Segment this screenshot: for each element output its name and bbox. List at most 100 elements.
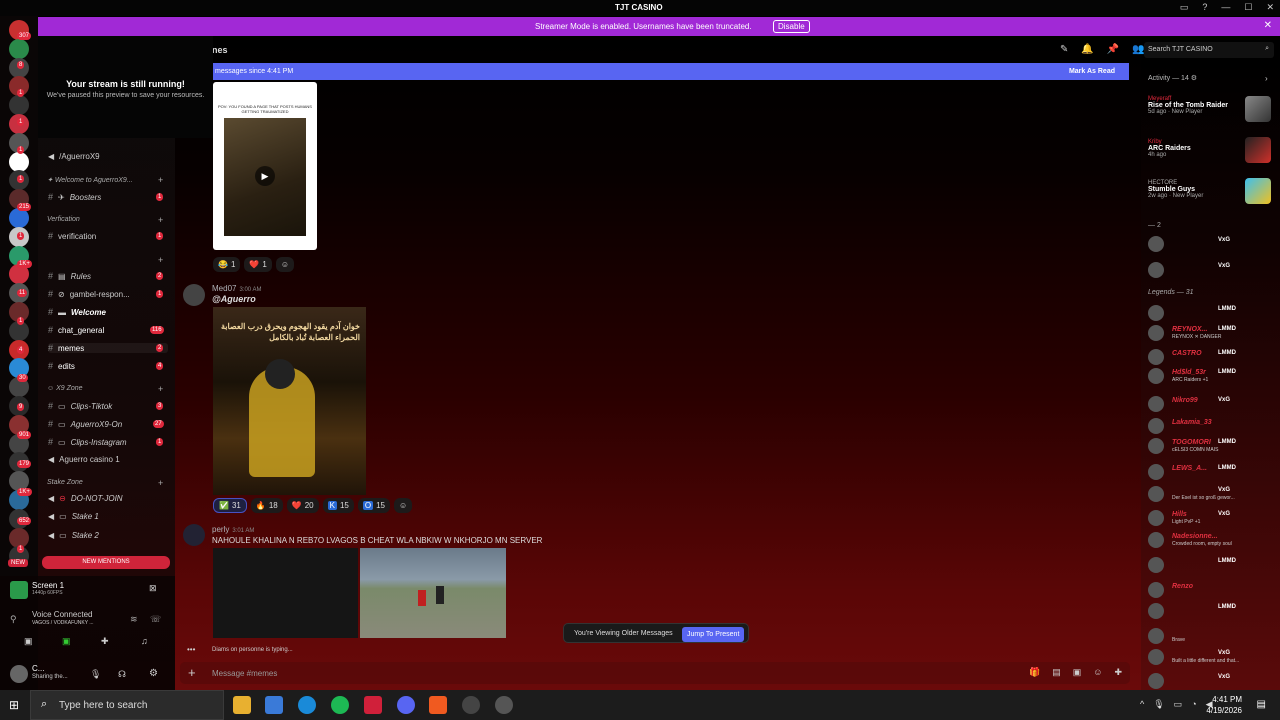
members-icon[interactable]: 👥	[1132, 44, 1144, 55]
member-row[interactable]: CASTRO LMMD	[1148, 349, 1276, 365]
reaction-heart[interactable]: ❤️ 20	[286, 498, 319, 513]
channel-aguerro-on[interactable]: # ▭ AguerroX9-On	[48, 419, 168, 429]
channel-aguerro[interactable]: ◀ /AguerroX9	[48, 152, 168, 161]
sticker-icon[interactable]: ▣	[1073, 667, 1082, 678]
windows-start-icon[interactable]: ⊞	[9, 698, 19, 712]
channel-stake2[interactable]: ◀ ▭ Stake 2	[48, 531, 168, 540]
taskbar-search[interactable]: ⌕ Type here to search	[30, 690, 224, 720]
share-screen-icon[interactable]: ▣	[62, 636, 71, 647]
member-row[interactable]: Hd$ld_53r LMMD ARC Raiders +1	[1148, 368, 1276, 384]
reaction-heart[interactable]: ❤️ 1	[244, 257, 272, 272]
inbox-icon[interactable]: ▭	[1180, 2, 1189, 13]
channel-stake1[interactable]: ◀ ▭ Stake 1	[48, 512, 168, 521]
member-row[interactable]: Lakamia_33	[1148, 418, 1276, 434]
member-row[interactable]: VxG	[1148, 262, 1276, 278]
new-mentions-button[interactable]: NEW MENTIONS	[42, 556, 170, 569]
reaction-check[interactable]: ✅ 31	[213, 498, 247, 513]
mark-as-read-button[interactable]: Mark As Read	[1069, 68, 1115, 75]
message-author[interactable]: perly 3:01 AM	[212, 525, 254, 534]
server-icon[interactable]	[9, 38, 29, 59]
member-row[interactable]: VxG	[1148, 673, 1276, 689]
member-row[interactable]: Nadesionne... Crowded room, empty soul	[1148, 532, 1276, 548]
add-channel-icon[interactable]: +	[158, 384, 163, 394]
settings-icon[interactable]: ⚙	[149, 668, 158, 679]
camera-icon[interactable]: ▣	[24, 636, 33, 647]
member-row[interactable]: VxG	[1148, 236, 1276, 252]
member-row[interactable]: Renzo	[1148, 582, 1276, 598]
app-icon[interactable]	[495, 696, 513, 714]
reaction-laugh[interactable]: 😂 1	[213, 257, 241, 272]
image-attachment[interactable]	[213, 548, 358, 638]
edge-icon[interactable]	[298, 696, 316, 714]
member-row[interactable]: Nikro99 VxG	[1148, 396, 1276, 412]
channel-rules[interactable]: # ▤ Rules	[48, 271, 168, 281]
chevron-right-icon[interactable]: ›	[1265, 74, 1268, 83]
add-channel-icon[interactable]: +	[158, 255, 163, 265]
channel-aguerro-casino[interactable]: ◀ Aguerro casino 1	[48, 455, 168, 464]
message-author[interactable]: Med07 3:00 AM	[212, 284, 261, 293]
reaction-fire[interactable]: 🔥 18	[250, 498, 283, 513]
app-icon[interactable]	[462, 696, 480, 714]
avatar[interactable]	[10, 665, 28, 683]
message-composer[interactable]: + Message #memes 🎁 ▤ ▣ ☺ ✚	[180, 662, 1130, 684]
category-x9zone[interactable]: ☺ X9 Zone	[47, 385, 83, 392]
pin-icon[interactable]: 📌	[1107, 44, 1119, 55]
add-reaction-button[interactable]: ☺	[394, 498, 413, 513]
avatar[interactable]	[183, 284, 205, 306]
discord-icon[interactable]	[397, 696, 415, 714]
member-row[interactable]: Brave	[1148, 628, 1276, 644]
activity-item[interactable]: Meyeraff Rise of the Tomb Raider 5d ago …	[1148, 96, 1228, 115]
store-icon[interactable]	[265, 696, 283, 714]
emoji-icon[interactable]: ☺	[1093, 667, 1102, 678]
video-thumbnail[interactable]: ▶	[224, 118, 306, 236]
disconnect-icon[interactable]: ☏	[150, 614, 161, 625]
avatar[interactable]	[183, 524, 205, 546]
help-icon[interactable]: ?	[1202, 2, 1207, 13]
threads-icon[interactable]: ✎	[1060, 44, 1068, 55]
new-label[interactable]: NEW	[8, 559, 28, 567]
game-icon[interactable]	[1245, 178, 1271, 204]
member-row[interactable]: LMMD	[1148, 603, 1276, 619]
activity-item[interactable]: Kriby ARC Raiders 4h ago	[1148, 139, 1191, 158]
game-icon[interactable]	[1245, 96, 1271, 122]
chevron-up-icon[interactable]: ^	[1140, 699, 1144, 710]
disable-streamer-button[interactable]: Disable	[773, 20, 810, 33]
acrobat-icon[interactable]	[364, 696, 382, 714]
attach-icon[interactable]: +	[188, 665, 196, 680]
activity-item[interactable]: HECTORE Stumble Guys 2w ago · New Player	[1148, 180, 1203, 199]
member-row[interactable]: TOGOMORI LMMD cELSI3 COMN MAIS	[1148, 438, 1276, 454]
play-icon[interactable]: ▶	[255, 166, 275, 186]
channel-do-not-join[interactable]: ◀ ⊖ DO-NOT-JOIN	[48, 494, 168, 503]
soundboard-icon[interactable]: ♫	[141, 636, 148, 646]
close-button[interactable]: ✕	[1266, 2, 1274, 13]
activities-icon[interactable]: ✚	[101, 636, 109, 647]
new-messages-bar[interactable]: messages since 4:41 PM Mark As Read	[213, 63, 1129, 80]
server-icon[interactable]	[9, 208, 29, 228]
image-attachment[interactable]: خوان آدم يقود الهجوم ويحرق درب العصابة ا…	[213, 307, 366, 495]
channel-memes[interactable]: # memes	[48, 343, 168, 353]
channel-boosters[interactable]: # ✈ Boosters	[48, 192, 168, 202]
channel-verification[interactable]: # verification	[48, 231, 168, 241]
server-icon[interactable]	[9, 151, 29, 172]
apps-icon[interactable]: ✚	[1114, 667, 1122, 678]
channel-welcome[interactable]: # ▬ Welcome	[48, 307, 168, 317]
gif-icon[interactable]: ▤	[1052, 667, 1061, 678]
add-channel-icon[interactable]: +	[158, 478, 163, 488]
member-row[interactable]: VxG Der Esel ist so groß gewor...	[1148, 486, 1276, 502]
jump-to-present-button[interactable]: Jump To Present	[682, 627, 745, 642]
add-channel-icon[interactable]: +	[158, 175, 163, 185]
reaction-o[interactable]: O 15	[357, 498, 391, 513]
reaction-k[interactable]: K 15	[322, 498, 354, 513]
maximize-button[interactable]: ☐	[1244, 2, 1252, 13]
clock[interactable]: 4:41 PM 4/19/2026	[1206, 694, 1242, 716]
minimize-button[interactable]: —	[1221, 2, 1230, 13]
stop-stream-icon[interactable]: ⊠	[149, 583, 157, 594]
bell-icon[interactable]: 🔔	[1081, 44, 1093, 55]
add-reaction-button[interactable]: ☺	[275, 257, 295, 272]
channel-clips-instagram[interactable]: # ▭ Clips-Instagram	[48, 437, 168, 447]
brave-icon[interactable]	[429, 696, 447, 714]
mic-icon[interactable]: 🎙	[1153, 699, 1164, 710]
member-row[interactable]: LEWS_A... LMMD	[1148, 464, 1276, 480]
category-stake[interactable]: Stake Zone	[47, 479, 83, 486]
channel-gambel[interactable]: # ⊘ gambel-respon...	[48, 289, 168, 299]
